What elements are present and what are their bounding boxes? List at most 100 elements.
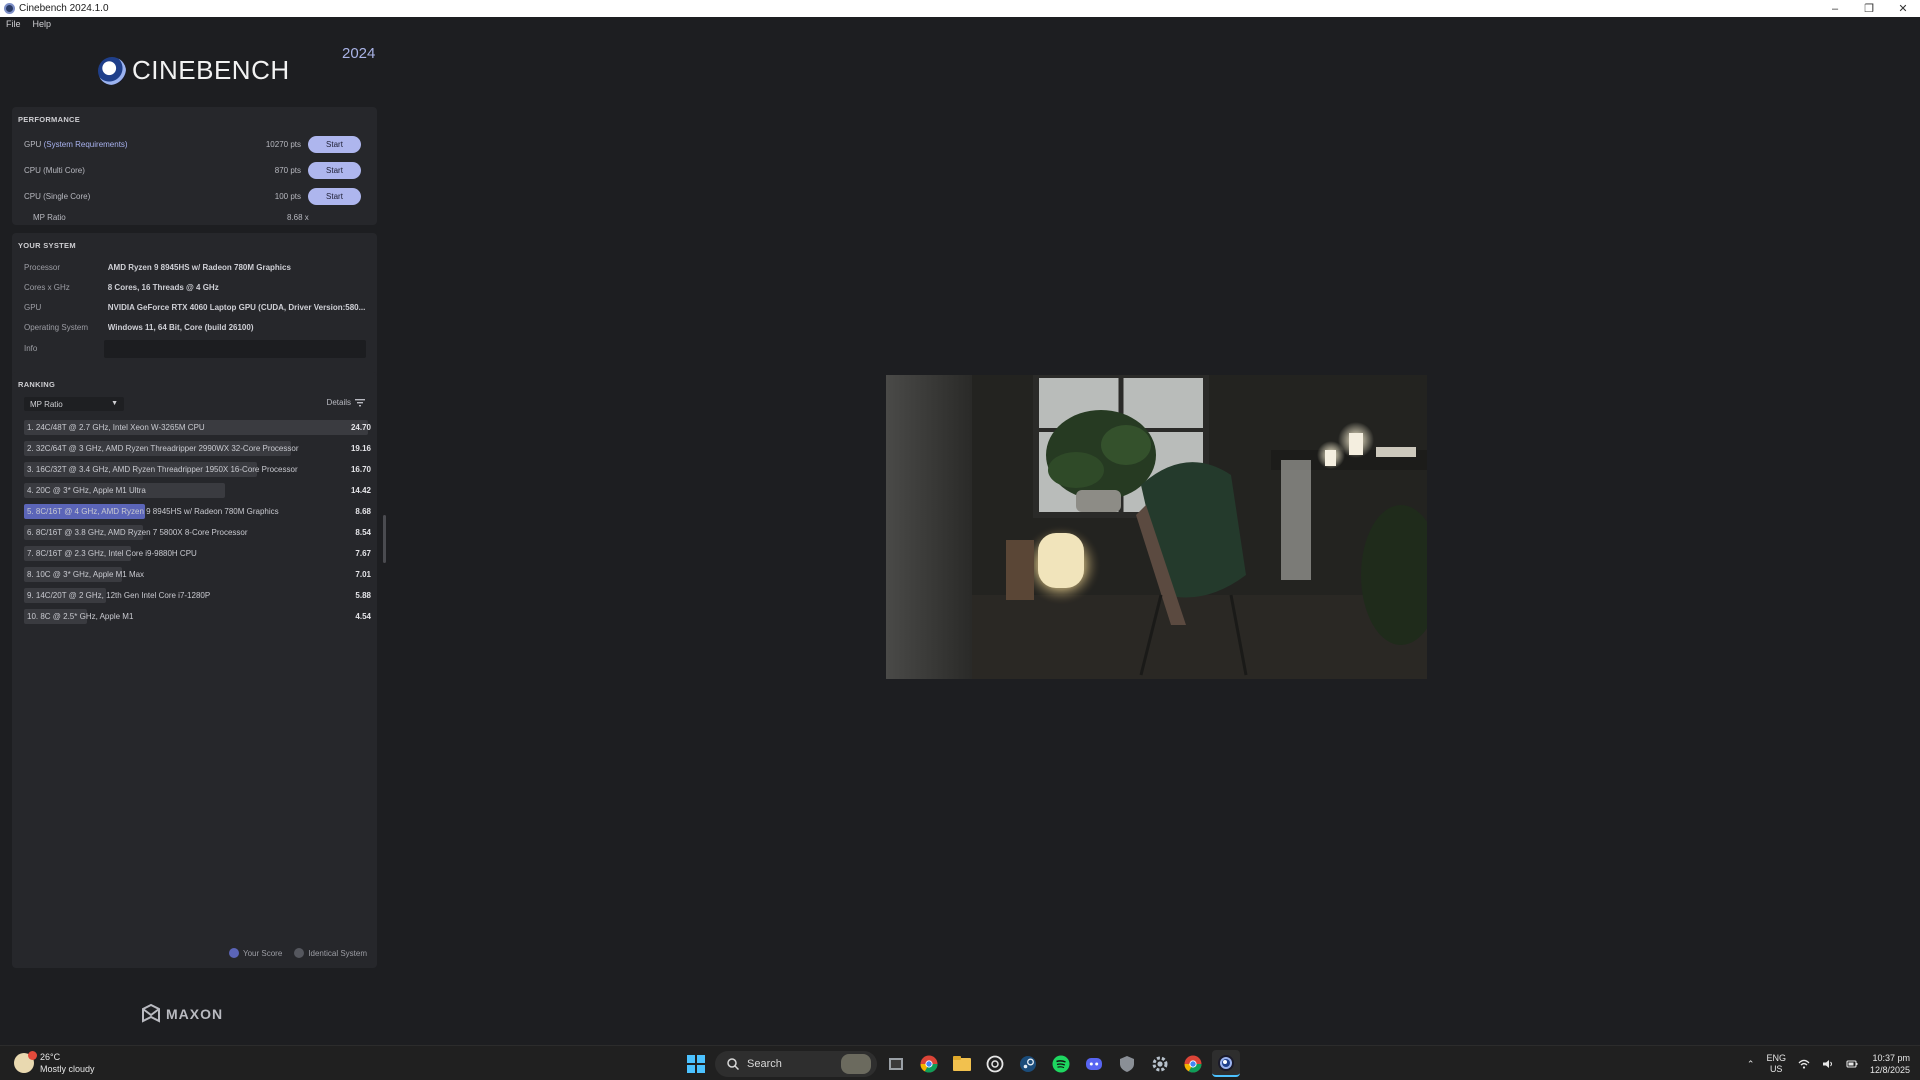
system-key: Info xyxy=(24,343,38,353)
maxon-logo: MAXON xyxy=(140,1003,223,1025)
region-code: US xyxy=(1769,1064,1783,1074)
show-hidden-icons-chevron-icon[interactable]: ⌃ xyxy=(1747,1059,1755,1070)
window-title: Cinebench 2024.1.0 xyxy=(19,3,109,14)
system-row-gpu: GPU NVIDIA GeForce RTX 4060 Laptop GPU (… xyxy=(24,300,369,314)
settings-button[interactable] xyxy=(1146,1050,1174,1077)
system-tray: ⌃ ENG US 10:37 pm 12/8/2025 xyxy=(1747,1052,1910,1076)
gear-icon xyxy=(1152,1056,1168,1071)
minimize-button[interactable]: – xyxy=(1818,0,1852,17)
system-requirements-link[interactable]: (System Requirements) xyxy=(44,140,128,149)
ranking-row[interactable]: 4. 20C @ 3* GHz, Apple M1 Ultra 14.42 xyxy=(24,483,380,498)
performance-panel: PERFORMANCE GPU (System Requirements) 10… xyxy=(12,107,377,225)
menu-help[interactable]: Help xyxy=(27,17,58,33)
panel-splitter-handle[interactable] xyxy=(383,515,386,563)
your-system-title: YOUR SYSTEM xyxy=(18,241,76,250)
system-row-os: Operating System Windows 11, 64 Bit, Cor… xyxy=(24,320,369,334)
battery-icon[interactable] xyxy=(1846,1058,1858,1070)
render-preview-image xyxy=(886,375,1427,679)
perf-score: 100 pts xyxy=(274,191,301,201)
volume-icon[interactable] xyxy=(1822,1059,1834,1069)
language-indicator[interactable]: ENG US xyxy=(1766,1053,1786,1075)
ranking-row[interactable]: 8. 10C @ 3* GHz, Apple M1 Max 7.01 xyxy=(24,567,380,582)
maxon-wordmark: MAXON xyxy=(166,1006,224,1022)
ranking-cpu-name: 3. 16C/32T @ 3.4 GHz, AMD Ryzen Threadri… xyxy=(27,465,298,474)
weather-widget[interactable]: 26°C Mostly cloudy xyxy=(14,1051,95,1075)
ranking-cpu-name: 5. 8C/16T @ 4 GHz, AMD Ryzen 9 8945HS w/… xyxy=(27,507,279,516)
info-field[interactable] xyxy=(104,340,366,358)
spotify-icon xyxy=(1052,1055,1070,1072)
app-shield-icon xyxy=(1120,1055,1134,1072)
legend-label: Identical System xyxy=(308,948,367,958)
performance-title: PERFORMANCE xyxy=(18,115,81,124)
system-row-processor: Processor AMD Ryzen 9 8945HS w/ Radeon 7… xyxy=(24,260,369,274)
clock[interactable]: 10:37 pm 12/8/2025 xyxy=(1870,1052,1910,1076)
menu-file[interactable]: File xyxy=(0,17,27,33)
search-icon xyxy=(727,1057,739,1070)
mp-ratio-label: MP Ratio xyxy=(33,212,66,222)
taskbar: 26°C Mostly cloudy Search ⌃ ENG US 10:37… xyxy=(0,1045,1920,1080)
start-cpu-single-button[interactable]: Start xyxy=(308,187,361,205)
file-explorer-button[interactable] xyxy=(948,1050,976,1077)
left-panel: CINEBENCH 2024 PERFORMANCE GPU (System R… xyxy=(0,33,386,1045)
search-highlight-icon xyxy=(841,1053,871,1074)
start-cpu-multi-button[interactable]: Start xyxy=(308,161,361,179)
your-system-panel: YOUR SYSTEM Processor AMD Ryzen 9 8945HS… xyxy=(12,233,377,390)
ranking-title: RANKING xyxy=(18,380,56,389)
ranking-cpu-name: 10. 8C @ 2.5* GHz, Apple M1 xyxy=(27,612,134,621)
start-button[interactable] xyxy=(682,1050,710,1077)
ranking-cpu-name: 9. 14C/20T @ 2 GHz, 12th Gen Intel Core … xyxy=(27,591,211,600)
system-value: NVIDIA GeForce RTX 4060 Laptop GPU (CUDA… xyxy=(107,302,366,312)
ranking-panel: RANKING MP Ratio ▼ Details 1. 24C/48T @ … xyxy=(12,372,377,968)
ranking-cpu-name: 2. 32C/64T @ 3 GHz, AMD Ryzen Threadripp… xyxy=(27,444,299,453)
perf-row-cpu-multi: CPU (Multi Core) 870 pts Start xyxy=(24,161,369,179)
chatgpt-button[interactable] xyxy=(981,1050,1009,1077)
ranking-row[interactable]: 3. 16C/32T @ 3.4 GHz, AMD Ryzen Threadri… xyxy=(24,462,380,477)
system-key: Operating System xyxy=(24,322,89,332)
ranking-legend: Your Score Identical System xyxy=(229,948,367,958)
version-year: 2024 xyxy=(342,45,376,62)
perf-score: 10270 pts xyxy=(265,139,301,149)
close-button[interactable]: ✕ xyxy=(1886,0,1920,17)
ranking-row[interactable]: 2. 32C/64T @ 3 GHz, AMD Ryzen Threadripp… xyxy=(24,441,380,456)
cinebench-app-icon xyxy=(4,3,15,14)
start-gpu-button[interactable]: Start xyxy=(308,135,361,153)
windows-icon xyxy=(687,1054,705,1073)
ranking-row-your-score[interactable]: 5. 8C/16T @ 4 GHz, AMD Ryzen 9 8945HS w/… xyxy=(24,504,380,519)
cinebench-logo-icon xyxy=(98,56,126,85)
mp-ratio-value: 8.68 x xyxy=(287,212,309,222)
wifi-icon[interactable] xyxy=(1798,1059,1810,1069)
ranking-score: 7.67 xyxy=(355,549,371,558)
task-view-button[interactable] xyxy=(882,1050,910,1077)
ranking-row[interactable]: 9. 14C/20T @ 2 GHz, 12th Gen Intel Core … xyxy=(24,588,380,603)
ranking-row[interactable]: 6. 8C/16T @ 3.8 GHz, AMD Ryzen 7 5800X 8… xyxy=(24,525,380,540)
chevron-down-icon: ▼ xyxy=(111,400,118,407)
app-taskbar-button[interactable] xyxy=(1113,1050,1141,1077)
ranking-score: 4.54 xyxy=(355,612,371,621)
ranking-row[interactable]: 7. 8C/16T @ 2.3 GHz, Intel Core i9-9880H… xyxy=(24,546,380,561)
language-code: ENG xyxy=(1766,1053,1786,1063)
ranking-metric-dropdown[interactable]: MP Ratio ▼ xyxy=(24,397,124,411)
ranking-cpu-name: 8. 10C @ 3* GHz, Apple M1 Max xyxy=(27,570,145,579)
steam-button[interactable] xyxy=(1014,1050,1042,1077)
perf-label: CPU (Multi Core) xyxy=(24,165,85,175)
legend-label: Your Score xyxy=(243,948,283,958)
system-value: Windows 11, 64 Bit, Core (build 26100) xyxy=(107,322,254,332)
details-button[interactable]: Details xyxy=(327,398,365,407)
ranking-row[interactable]: 1. 24C/48T @ 2.7 GHz, Intel Xeon W-3265M… xyxy=(24,420,380,435)
perf-row-mp-ratio: MP Ratio 8.68 x xyxy=(33,208,378,226)
legend-your-score: Your Score xyxy=(229,948,282,958)
chrome-taskbar-button[interactable] xyxy=(915,1050,943,1077)
spotify-button[interactable] xyxy=(1047,1050,1075,1077)
discord-icon xyxy=(1086,1057,1102,1070)
ranking-row[interactable]: 10. 8C @ 2.5* GHz, Apple M1 4.54 xyxy=(24,609,380,624)
ranking-score: 8.54 xyxy=(355,528,371,537)
cinebench-taskbar-button[interactable] xyxy=(1212,1050,1240,1077)
chrome-profile-button[interactable] xyxy=(1179,1050,1207,1077)
system-row-cores: Cores x GHz 8 Cores, 16 Threads @ 4 GHz xyxy=(24,280,369,294)
maximize-button[interactable]: ❐ xyxy=(1852,0,1886,17)
taskbar-search[interactable]: Search xyxy=(715,1050,877,1077)
discord-button[interactable] xyxy=(1080,1050,1108,1077)
ranking-metric-value: MP Ratio xyxy=(30,399,63,409)
logo-text: CINEBENCH xyxy=(132,55,290,85)
legend-identical-system: Identical System xyxy=(294,948,367,958)
